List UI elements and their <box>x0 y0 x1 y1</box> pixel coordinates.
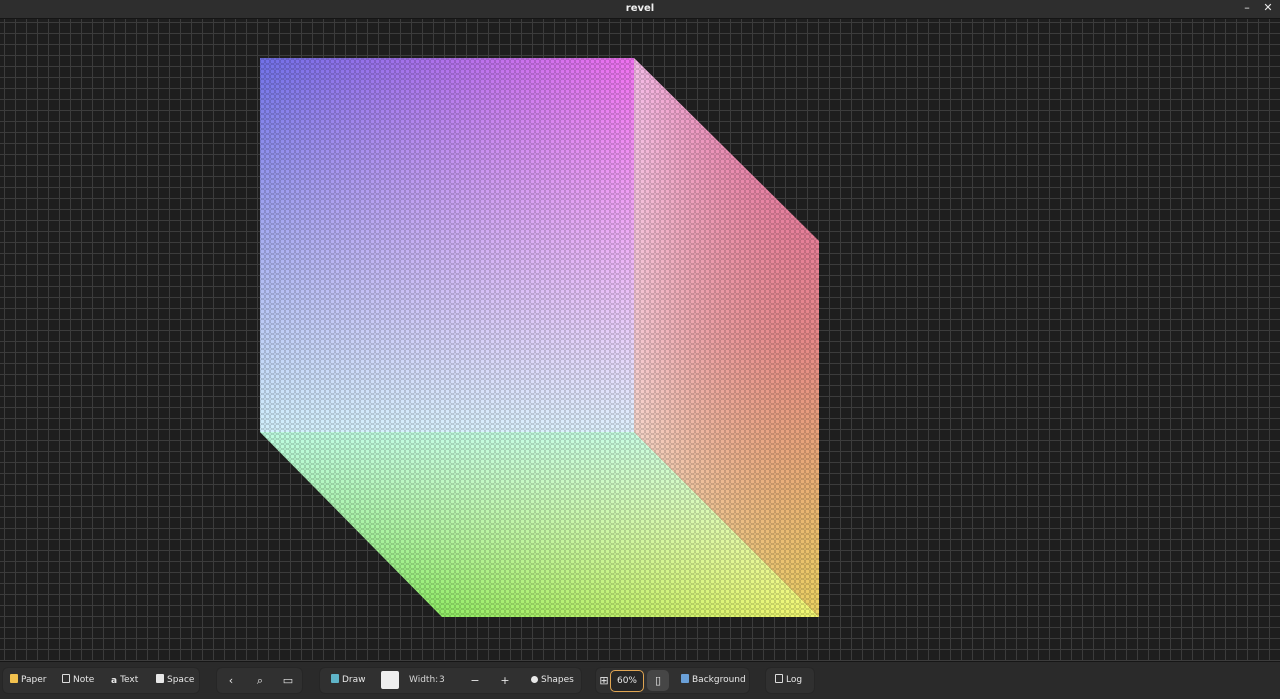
background-button[interactable]: Background <box>677 670 750 691</box>
brush-color-swatch[interactable] <box>381 671 399 689</box>
text-icon: a <box>111 676 118 686</box>
log-icon <box>775 674 783 683</box>
title-bar: revel – ✕ <box>0 0 1280 19</box>
window-title: revel <box>625 3 655 14</box>
sticker-icon[interactable]: ▭ <box>277 670 299 691</box>
note-icon <box>62 674 70 683</box>
navigation-group: ‹ ⌕ ▭ <box>216 667 303 694</box>
draw-button[interactable]: Draw <box>327 670 370 691</box>
draw-icon <box>331 674 339 683</box>
page-view-icon[interactable]: ▯ <box>647 670 669 691</box>
increase-width-button[interactable]: + <box>494 670 516 691</box>
shapes-icon <box>531 676 538 683</box>
search-icon[interactable]: ⌕ <box>249 670 271 691</box>
bottom-toolbar: Paper Note a Text Space ‹ ⌕ ▭ Draw Width:… <box>0 661 1280 699</box>
space-icon <box>156 674 164 683</box>
decrease-width-button[interactable]: − <box>464 670 486 691</box>
zoom-field[interactable]: 60% <box>610 670 644 692</box>
paper-button[interactable]: Paper <box>6 670 51 691</box>
color-cube-drawing[interactable] <box>0 19 1280 661</box>
insert-group: Paper Note a Text Space <box>2 667 200 694</box>
text-button[interactable]: a Text <box>107 670 142 691</box>
drawing-canvas[interactable] <box>0 19 1280 661</box>
space-button[interactable]: Space <box>152 670 198 691</box>
view-group: ⊞ 60% ▯ Background <box>595 667 750 694</box>
back-chevron-icon[interactable]: ‹ <box>220 670 242 691</box>
note-button[interactable]: Note <box>58 670 98 691</box>
width-label: Width: <box>409 675 439 685</box>
shapes-button[interactable]: Shapes <box>527 670 578 691</box>
zoom-fit-icon[interactable]: ⊞ <box>597 670 611 691</box>
width-value: 3 <box>439 675 445 685</box>
close-icon[interactable]: ✕ <box>1261 1 1275 15</box>
minimize-icon[interactable]: – <box>1240 1 1254 15</box>
log-group: Log <box>765 667 815 694</box>
paper-icon <box>10 674 18 683</box>
background-icon <box>681 674 689 683</box>
cube-front-face[interactable] <box>260 58 634 432</box>
draw-group: Draw Width: 3 − + Shapes <box>319 667 582 694</box>
log-button[interactable]: Log <box>771 670 806 691</box>
